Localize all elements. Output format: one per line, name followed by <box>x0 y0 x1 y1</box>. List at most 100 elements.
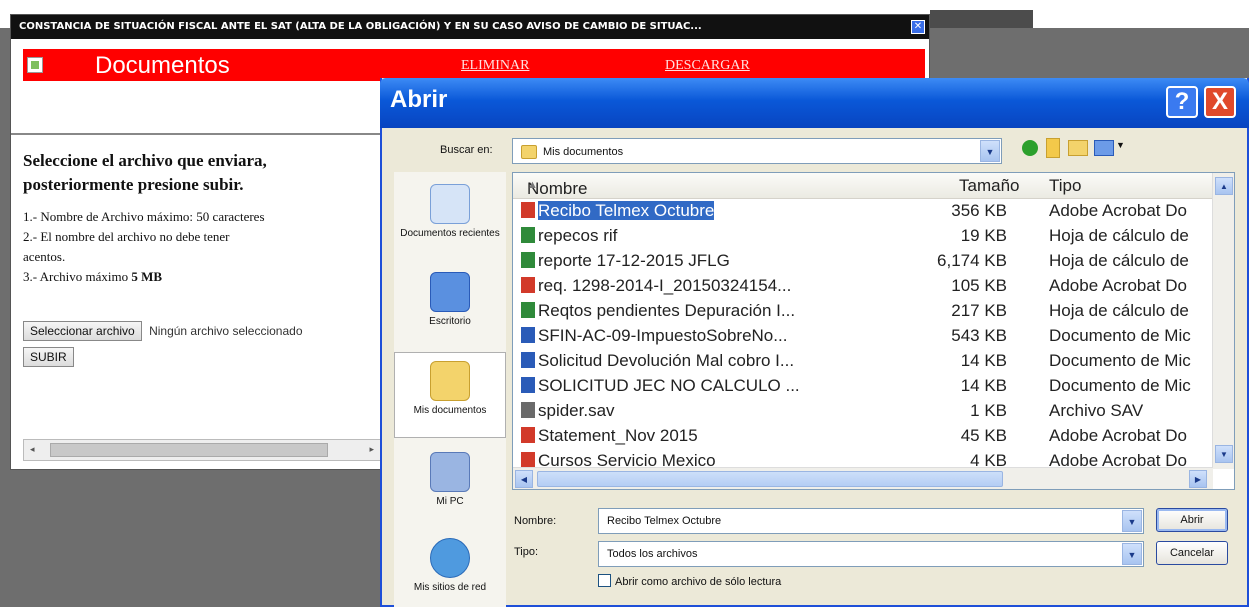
views-dropdown-icon[interactable]: ▼ <box>1116 140 1125 150</box>
pdf-icon <box>521 427 535 443</box>
file-row[interactable]: repecos rif 19 KB Hoja de cálculo de <box>513 224 1213 249</box>
horizontal-scroll-thumb[interactable] <box>537 471 1003 487</box>
upload-instructions: Seleccione el archivo que enviara, poste… <box>23 149 393 287</box>
file-size: 543 KB <box>951 326 1007 345</box>
column-size[interactable]: Tamaño <box>959 176 1019 196</box>
back-icon[interactable] <box>1022 140 1038 156</box>
place-network-label: Mis sitios de red <box>413 582 487 593</box>
file-type: Hoja de cálculo de <box>1049 226 1189 245</box>
rule-1: 1.- Nombre de Archivo máximo: 50 caracte… <box>23 209 265 224</box>
place-network[interactable]: Mis sitios de red <box>394 538 506 598</box>
place-desktop-label: Escritorio <box>429 316 471 327</box>
pdf-icon <box>521 202 535 218</box>
file-row[interactable]: Reqtos pendientes Depuración I... 217 KB H… <box>513 299 1213 324</box>
file-type: Documento de Mic <box>1049 351 1191 370</box>
file-name-cell: spider.sav <box>521 401 615 421</box>
file-type: Archivo SAV <box>1049 401 1144 420</box>
file-list-vertical-scrollbar[interactable]: ▲ ▼ <box>1212 173 1234 469</box>
views-menu-icon[interactable] <box>1094 140 1114 156</box>
readonly-checkbox[interactable]: Abrir como archivo de sólo lectura <box>598 574 781 588</box>
pdf-icon <box>521 277 535 293</box>
file-row[interactable]: Statement_Nov 2015 45 KB Adobe Acrobat Do <box>513 424 1213 449</box>
filetype-select[interactable]: Todos los archivos ▼ <box>598 541 1144 567</box>
open-file-dialog: Abrir ? X Buscar en: Mis documentos ▼ ▼ … <box>380 78 1249 607</box>
file-type: Hoja de cálculo de <box>1049 251 1189 270</box>
place-my-computer[interactable]: Mi PC <box>394 452 506 512</box>
upload-button[interactable]: SUBIR <box>23 347 74 367</box>
scroll-left-icon[interactable]: ◂ <box>30 444 35 455</box>
scroll-down-icon[interactable]: ▼ <box>1215 445 1233 463</box>
my-computer-icon <box>430 452 470 492</box>
checkbox-box[interactable] <box>598 574 611 587</box>
rule-2: 2.- El nombre del archivo no debe tener <box>23 229 230 244</box>
select-file-button[interactable]: Seleccionar archivo <box>23 321 142 341</box>
popup-close-icon[interactable]: ✕ <box>911 20 925 34</box>
file-row[interactable]: spider.sav 1 KB Archivo SAV <box>513 399 1213 424</box>
file-name: req. 1298-2014-I_20150324154... <box>538 276 792 295</box>
scroll-right-icon[interactable]: ▸ <box>369 444 374 455</box>
places-bar: Documentos recientes Escritorio Mis docu… <box>394 172 506 607</box>
recent-documents-icon <box>430 184 470 224</box>
chevron-down-icon[interactable]: ▼ <box>980 140 1000 162</box>
file-row[interactable]: SFIN-AC-09-ImpuestoSobreNo... 543 KB Docum… <box>513 324 1213 349</box>
popup-horizontal-scrollbar[interactable]: ◂ ▸ <box>23 439 383 461</box>
file-name: spider.sav <box>538 401 615 420</box>
open-button[interactable]: Abrir <box>1156 508 1228 532</box>
cancel-button[interactable]: Cancelar <box>1156 541 1228 565</box>
file-name-cell: Recibo Telmex Octubre <box>521 201 715 221</box>
filename-input[interactable]: Recibo Telmex Octubre ▼ <box>598 508 1144 534</box>
scroll-right-icon[interactable]: ▶ <box>1189 470 1207 488</box>
look-in-combo[interactable]: Mis documentos ▼ <box>512 138 1002 164</box>
instructions-title-2: posteriormente presione subir. <box>23 175 244 194</box>
file-name-cell: SFIN-AC-09-ImpuestoSobreNo... <box>521 326 787 346</box>
file-type: Documento de Mic <box>1049 376 1191 395</box>
upload-wrapper: SUBIR <box>23 347 74 367</box>
no-file-text: Ningún archivo seleccionado <box>149 324 303 338</box>
delete-link[interactable]: ELIMINAR <box>461 58 529 74</box>
column-type[interactable]: Tipo <box>1049 176 1081 196</box>
file-size: 14 KB <box>960 351 1007 370</box>
scroll-up-icon[interactable]: ▲ <box>1215 177 1233 195</box>
file-name-cell: reporte 17-12-2015 JFLG <box>521 251 730 271</box>
chevron-down-icon[interactable]: ▼ <box>1122 510 1142 532</box>
dialog-title: Abrir <box>390 86 448 113</box>
up-folder-icon[interactable] <box>1046 138 1060 158</box>
word-icon <box>521 377 535 393</box>
file-row[interactable]: req. 1298-2014-I_20150324154... 105 KB Ado… <box>513 274 1213 299</box>
help-button[interactable]: ? <box>1166 86 1198 118</box>
file-type: Adobe Acrobat Do <box>1049 201 1187 220</box>
file-size: 14 KB <box>960 376 1007 395</box>
place-recent[interactable]: Documentos recientes <box>394 184 506 258</box>
word-icon <box>521 352 535 368</box>
dialog-titlebar: Abrir ? X <box>380 78 1249 128</box>
new-folder-icon[interactable] <box>1068 140 1088 156</box>
rule-3-limit: 5 MB <box>131 269 163 284</box>
file-row[interactable]: Solicitud Devolución Mal cobro I... 14 KB… <box>513 349 1213 374</box>
rule-3: 3.- Archivo máximo 5 MB <box>23 267 393 287</box>
file-row[interactable]: reporte 17-12-2015 JFLG 6,174 KB Hoja de c… <box>513 249 1213 274</box>
network-places-icon <box>430 538 470 578</box>
file-name-cell: Statement_Nov 2015 <box>521 426 698 446</box>
file-type: Adobe Acrobat Do <box>1049 276 1187 295</box>
place-desktop[interactable]: Escritorio <box>394 272 506 332</box>
look-in-value: Mis documentos <box>543 145 624 158</box>
file-size: 19 KB <box>960 226 1007 245</box>
file-row[interactable]: SOLICITUD JEC NO CALCULO ... 14 KB Documen… <box>513 374 1213 399</box>
file-row[interactable]: Recibo Telmex Octubre 356 KB Adobe Acrobat… <box>513 199 1213 224</box>
file-icon <box>521 402 535 418</box>
place-my-documents[interactable]: Mis documentos <box>394 352 506 438</box>
my-documents-folder-icon <box>521 145 537 159</box>
file-name: Statement_Nov 2015 <box>538 426 698 445</box>
scroll-thumb[interactable] <box>50 443 328 457</box>
file-size: 1 KB <box>970 401 1007 420</box>
file-name-cell: Reqtos pendientes Depuración I... <box>521 301 795 321</box>
download-link[interactable]: DESCARGAR <box>665 58 750 74</box>
file-type: Hoja de cálculo de <box>1049 301 1189 320</box>
file-input-row: Seleccionar archivo Ningún archivo selec… <box>23 321 303 341</box>
scroll-left-icon[interactable]: ◀ <box>515 470 533 488</box>
file-list-horizontal-scrollbar[interactable]: ◀ ▶ <box>513 467 1213 489</box>
excel-icon <box>521 302 535 318</box>
file-size: 6,174 KB <box>937 251 1007 270</box>
chevron-down-icon[interactable]: ▼ <box>1122 543 1142 565</box>
close-button[interactable]: X <box>1204 86 1236 118</box>
